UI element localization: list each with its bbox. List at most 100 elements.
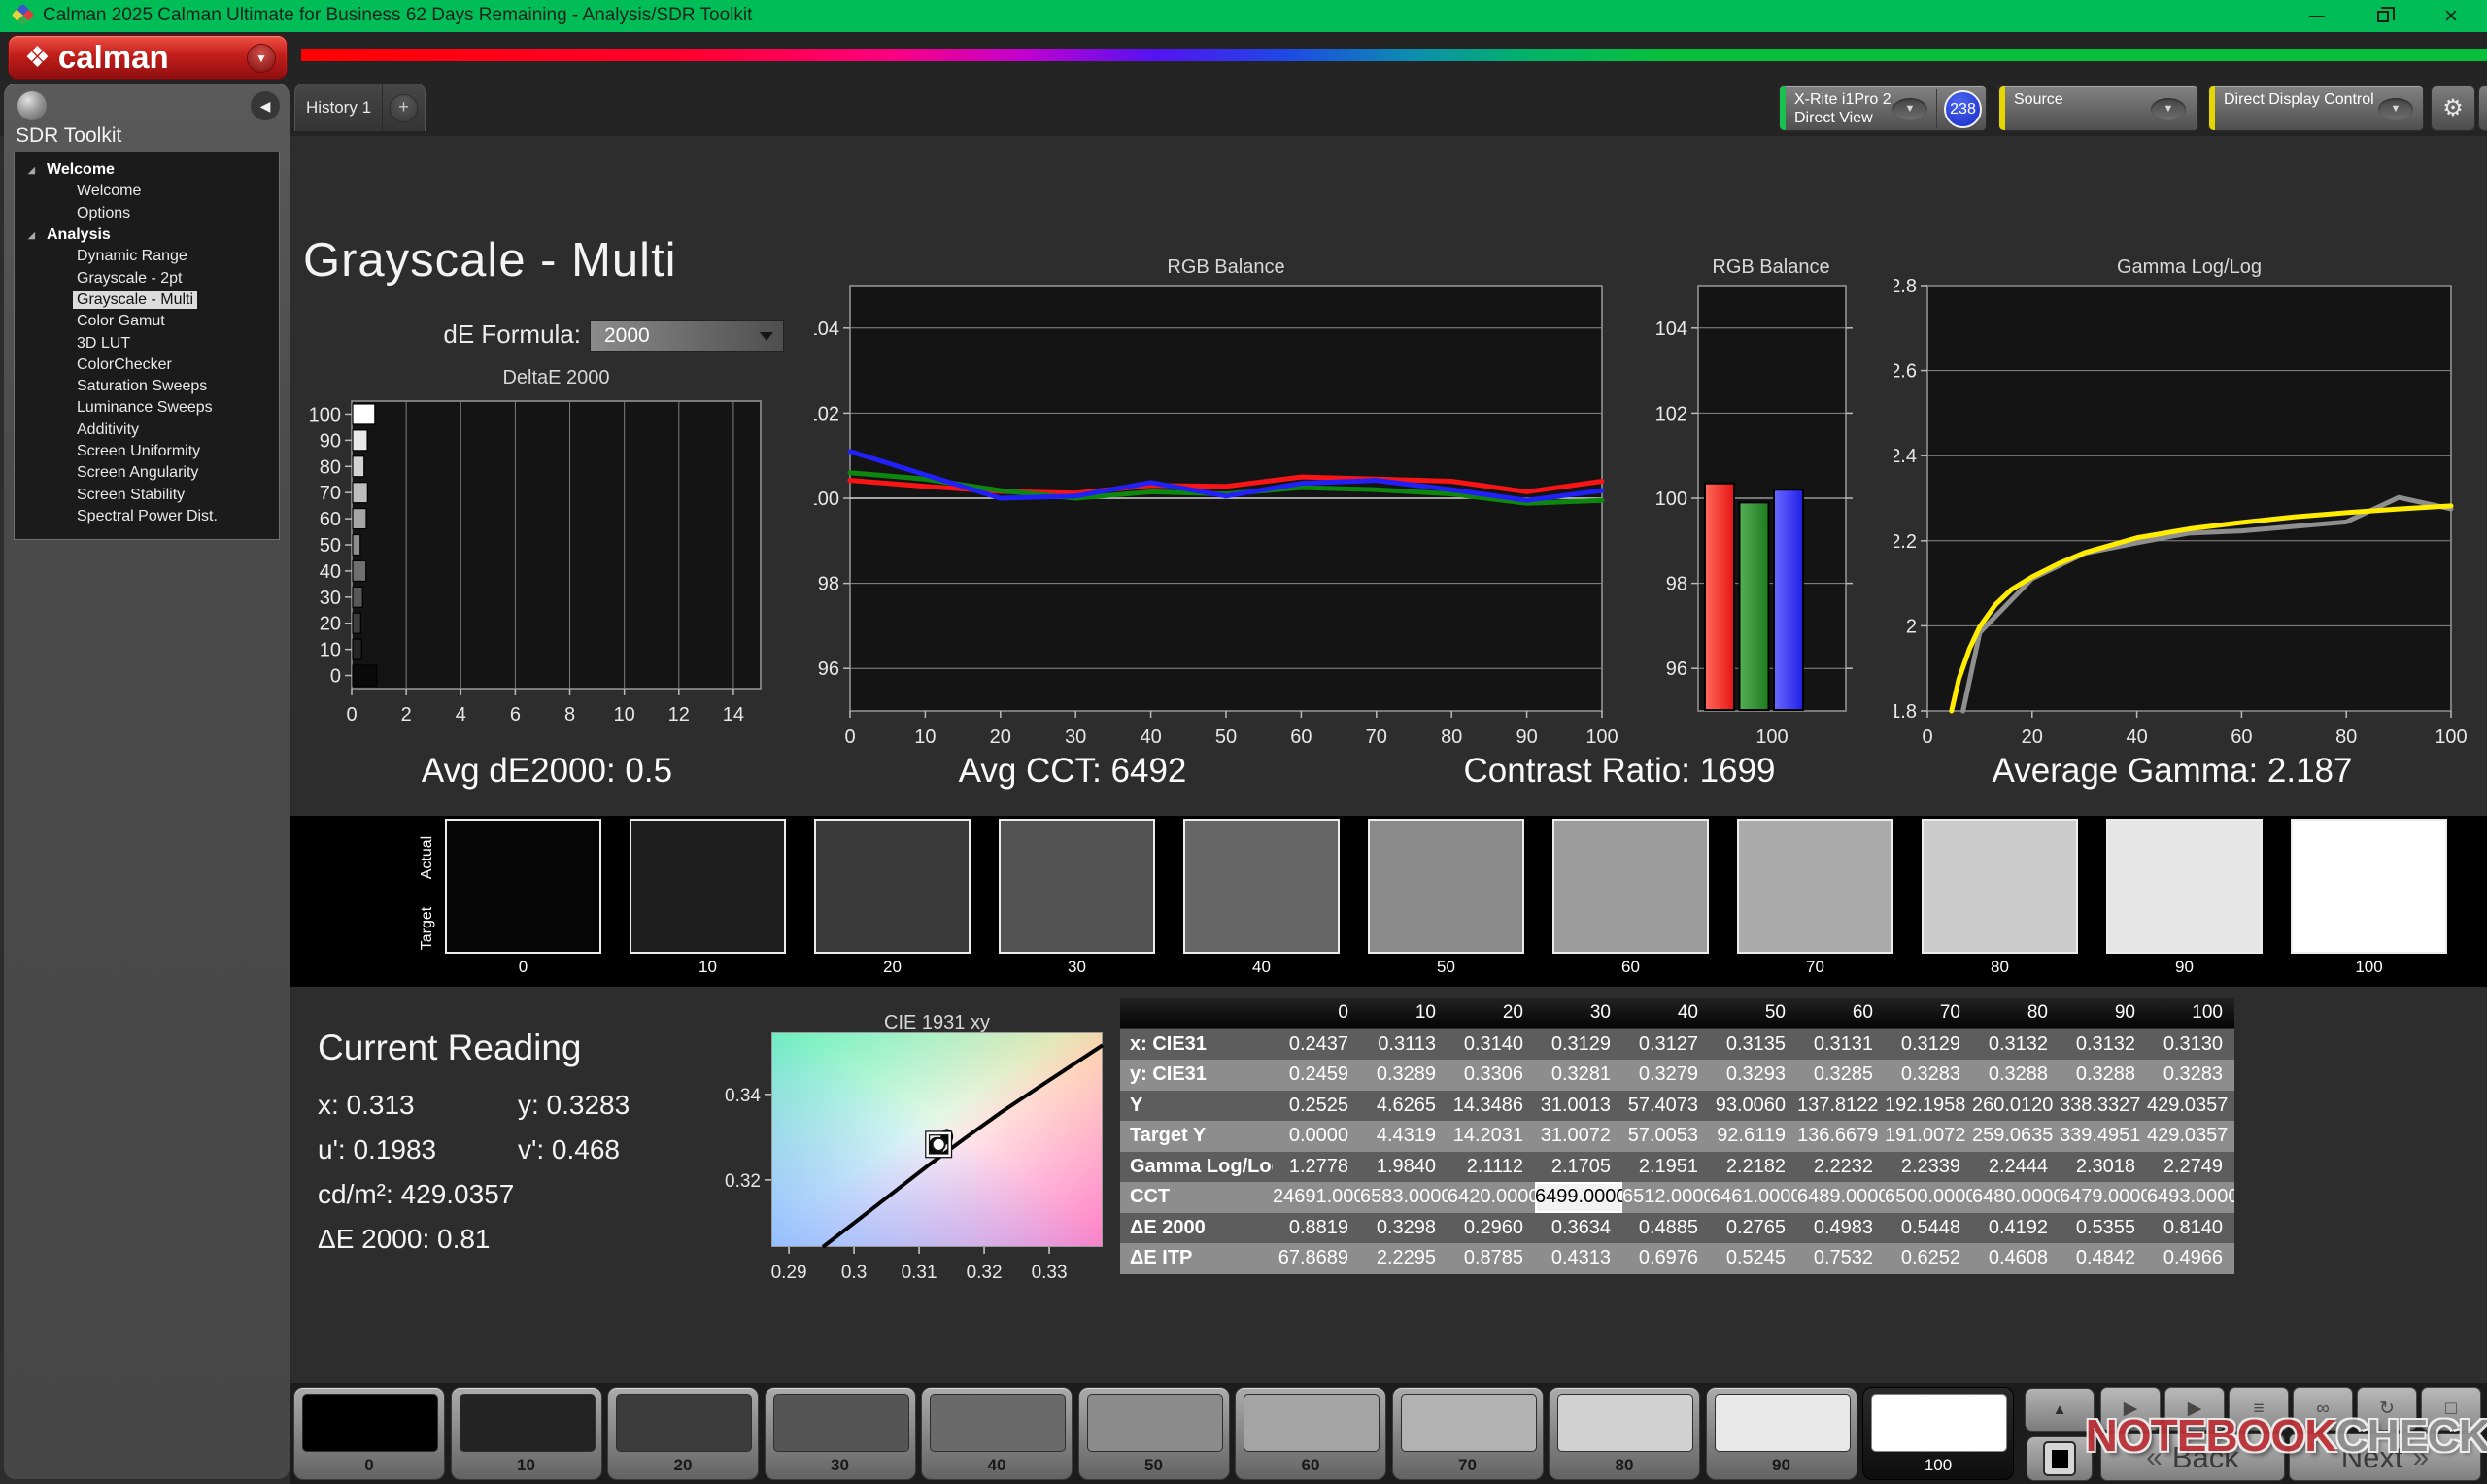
cell-e-2000-0[interactable]: 0.8819 xyxy=(1273,1213,1360,1244)
minimize-button[interactable] xyxy=(2295,0,2339,32)
cell-e-2000-30[interactable]: 0.3634 xyxy=(1535,1213,1622,1244)
cell-cct-0[interactable]: 24691.0000 xyxy=(1273,1182,1360,1213)
cell-y-cie31-10[interactable]: 0.3289 xyxy=(1360,1060,1448,1091)
sidebar-item-dynamic-range[interactable]: Dynamic Range xyxy=(15,246,279,267)
cell-gamma-log-log-20[interactable]: 2.1112 xyxy=(1448,1152,1535,1183)
sidebar-item-screen-uniformity[interactable]: Screen Uniformity xyxy=(15,441,279,462)
cell-e-itp-50[interactable]: 0.5245 xyxy=(1710,1243,1797,1274)
cell-y-80[interactable]: 260.0120 xyxy=(1972,1091,2060,1122)
cell-e-2000-70[interactable]: 0.5448 xyxy=(1885,1213,1972,1244)
cell-cct-90[interactable]: 6479.0000 xyxy=(2060,1182,2147,1213)
cell-y-10[interactable]: 4.6265 xyxy=(1360,1091,1448,1122)
cell-e-2000-50[interactable]: 0.2765 xyxy=(1710,1213,1797,1244)
cell-e-2000-90[interactable]: 0.5355 xyxy=(2060,1213,2147,1244)
cell-y-50[interactable]: 93.0060 xyxy=(1710,1091,1797,1122)
cell-y-30[interactable]: 31.0013 xyxy=(1535,1091,1622,1122)
cell-target-y-20[interactable]: 14.2031 xyxy=(1448,1121,1535,1152)
pattern-button-70[interactable]: 70 xyxy=(1392,1387,1544,1480)
cell-y-cie31-80[interactable]: 0.3288 xyxy=(1972,1060,2060,1091)
cell-y-0[interactable]: 0.2525 xyxy=(1273,1091,1360,1122)
cell-y-cie31-20[interactable]: 0.3306 xyxy=(1448,1060,1535,1091)
sidebar-item-welcome[interactable]: Welcome xyxy=(15,181,279,202)
display-control-dropdown[interactable]: Direct Display Control ▼ xyxy=(2208,85,2424,131)
cell-x-cie31-90[interactable]: 0.3132 xyxy=(2060,1029,2147,1061)
cell-cct-50[interactable]: 6461.0000 xyxy=(1710,1182,1797,1213)
pattern-button-0[interactable]: 0 xyxy=(293,1387,445,1480)
sidebar-item-colorchecker[interactable]: ColorChecker xyxy=(15,354,279,376)
de-formula-select[interactable]: 2000 xyxy=(590,320,784,352)
cell-e-itp-10[interactable]: 2.2295 xyxy=(1360,1243,1448,1274)
cell-cct-30[interactable]: 6499.0000 xyxy=(1535,1182,1622,1213)
cell-gamma-log-log-40[interactable]: 2.1951 xyxy=(1622,1152,1710,1183)
cell-x-cie31-80[interactable]: 0.3132 xyxy=(1972,1029,2060,1061)
pattern-window-button[interactable] xyxy=(2027,1436,2093,1481)
cell-cct-100[interactable]: 6493.0000 xyxy=(2147,1182,2234,1213)
sidebar-item-welcome[interactable]: ◢Welcome xyxy=(15,159,279,181)
cell-y-cie31-100[interactable]: 0.3283 xyxy=(2147,1060,2234,1091)
pattern-button-20[interactable]: 20 xyxy=(607,1387,759,1480)
cell-gamma-log-log-0[interactable]: 1.2778 xyxy=(1273,1152,1360,1183)
pattern-button-10[interactable]: 10 xyxy=(451,1387,602,1480)
sidebar-item-grayscale-multi[interactable]: Grayscale - Multi xyxy=(15,289,279,311)
history-tab-label[interactable]: History 1 xyxy=(295,84,383,131)
cell-e-itp-0[interactable]: 67.8689 xyxy=(1273,1243,1360,1274)
cell-target-y-40[interactable]: 57.0053 xyxy=(1622,1121,1710,1152)
cell-x-cie31-50[interactable]: 0.3135 xyxy=(1710,1029,1797,1061)
pattern-button-80[interactable]: 80 xyxy=(1549,1387,1700,1480)
cell-y-100[interactable]: 429.0357 xyxy=(2147,1091,2234,1122)
chevron-down-icon[interactable]: ▼ xyxy=(2378,98,2413,120)
cell-y-cie31-90[interactable]: 0.3288 xyxy=(2060,1060,2147,1091)
sidebar-item-saturation-sweeps[interactable]: Saturation Sweeps xyxy=(15,376,279,397)
pattern-refresh-button[interactable]: ↻ xyxy=(2357,1387,2417,1431)
cell-e-itp-70[interactable]: 0.6252 xyxy=(1885,1243,1972,1274)
cell-e-itp-60[interactable]: 0.7532 xyxy=(1797,1243,1885,1274)
cell-y-70[interactable]: 192.1958 xyxy=(1885,1091,1972,1122)
restore-button[interactable] xyxy=(2361,0,2405,32)
sidebar-item-analysis[interactable]: ◢Analysis xyxy=(15,224,279,246)
cell-gamma-log-log-50[interactable]: 2.2182 xyxy=(1710,1152,1797,1183)
pattern-advance-button[interactable]: ▶ xyxy=(2164,1387,2225,1431)
cell-gamma-log-log-10[interactable]: 1.9840 xyxy=(1360,1152,1448,1183)
cell-cct-10[interactable]: 6583.0000 xyxy=(1360,1182,1448,1213)
sidebar-item-screen-stability[interactable]: Screen Stability xyxy=(15,484,279,505)
pattern-button-30[interactable]: 30 xyxy=(765,1387,916,1480)
cell-y-40[interactable]: 57.4073 xyxy=(1622,1091,1710,1122)
cell-e-itp-30[interactable]: 0.4313 xyxy=(1535,1243,1622,1274)
cell-gamma-log-log-100[interactable]: 2.2749 xyxy=(2147,1152,2234,1183)
cell-e-2000-80[interactable]: 0.4192 xyxy=(1972,1213,2060,1244)
cell-e-2000-40[interactable]: 0.4885 xyxy=(1622,1213,1710,1244)
cell-e-itp-80[interactable]: 0.4608 xyxy=(1972,1243,2060,1274)
sidebar-item-color-gamut[interactable]: Color Gamut xyxy=(15,311,279,332)
cell-cct-80[interactable]: 6480.0000 xyxy=(1972,1182,2060,1213)
cell-x-cie31-40[interactable]: 0.3127 xyxy=(1622,1029,1710,1061)
cell-e-itp-100[interactable]: 0.4966 xyxy=(2147,1243,2234,1274)
cell-cct-20[interactable]: 6420.0000 xyxy=(1448,1182,1535,1213)
cell-x-cie31-0[interactable]: 0.2437 xyxy=(1273,1029,1360,1061)
pattern-button-50[interactable]: 50 xyxy=(1078,1387,1230,1480)
sidebar-item-options[interactable]: Options xyxy=(15,203,279,224)
pattern-button-40[interactable]: 40 xyxy=(921,1387,1073,1480)
cell-target-y-100[interactable]: 429.0357 xyxy=(2147,1121,2234,1152)
back-button[interactable]: « Back xyxy=(2100,1433,2285,1481)
cell-y-cie31-50[interactable]: 0.3293 xyxy=(1710,1060,1797,1091)
pattern-list-button[interactable]: ≡ xyxy=(2229,1387,2289,1431)
collapse-panel-button[interactable]: ◀ xyxy=(2478,85,2487,131)
cell-y-cie31-60[interactable]: 0.3285 xyxy=(1797,1060,1885,1091)
chevron-down-icon[interactable]: ▼ xyxy=(248,45,275,72)
cell-x-cie31-10[interactable]: 0.3113 xyxy=(1360,1029,1448,1061)
pattern-button-60[interactable]: 60 xyxy=(1235,1387,1386,1480)
meter-dropdown[interactable]: X-Rite i1Pro 2 Direct View ▼ 238 xyxy=(1779,85,1987,131)
chevron-down-icon[interactable]: ▼ xyxy=(2151,98,2186,120)
cell-gamma-log-log-80[interactable]: 2.2444 xyxy=(1972,1152,2060,1183)
cell-gamma-log-log-60[interactable]: 2.2232 xyxy=(1797,1152,1885,1183)
cell-e-2000-20[interactable]: 0.2960 xyxy=(1448,1213,1535,1244)
pattern-loop-button[interactable]: ∞ xyxy=(2293,1387,2353,1431)
calman-menu-button[interactable]: ❖ calman ▼ xyxy=(8,35,288,80)
cell-x-cie31-60[interactable]: 0.3131 xyxy=(1797,1029,1885,1061)
cell-cct-70[interactable]: 6500.0000 xyxy=(1885,1182,1972,1213)
sidebar-item-spectral-power-dist[interactable]: Spectral Power Dist. xyxy=(15,506,279,527)
cell-target-y-10[interactable]: 4.4319 xyxy=(1360,1121,1448,1152)
pattern-bar-up-button[interactable]: ▲ xyxy=(2025,1388,2095,1432)
cell-gamma-log-log-70[interactable]: 2.2339 xyxy=(1885,1152,1972,1183)
cell-target-y-60[interactable]: 136.6679 xyxy=(1797,1121,1885,1152)
